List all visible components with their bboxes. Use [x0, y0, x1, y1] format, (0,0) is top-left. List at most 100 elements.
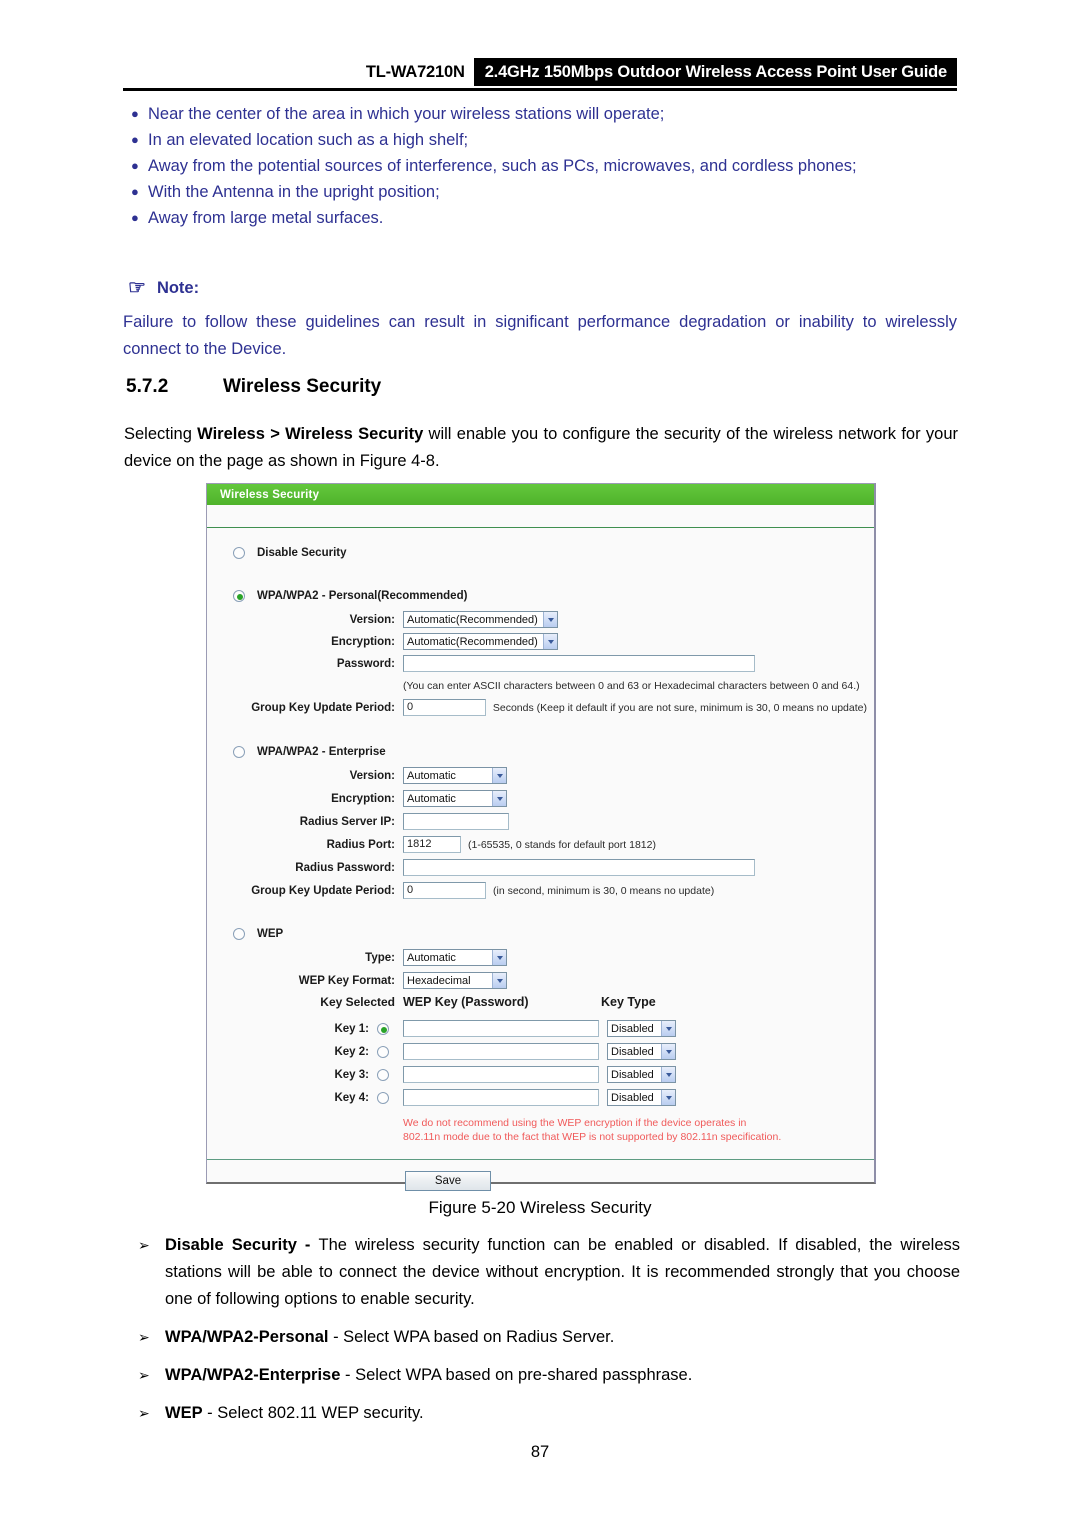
key1-type-select[interactable]: Disabled [607, 1020, 676, 1037]
key1-type-value: Disabled [611, 1022, 654, 1035]
radio-wpa-personal-label: WPA/WPA2 - Personal(Recommended) [257, 590, 468, 602]
enterprise-group-key-label: Group Key Update Period: [251, 884, 395, 897]
key3-radio[interactable] [377, 1068, 389, 1081]
chevron-down-icon[interactable] [492, 768, 506, 783]
key1-radio[interactable] [377, 1022, 389, 1035]
personal-group-key-input[interactable]: 0 [403, 699, 486, 716]
radio-wep[interactable]: WEP [233, 928, 283, 940]
arrow-bullet-icon: ➢ [138, 1405, 150, 1421]
radius-server-ip-input[interactable] [403, 813, 509, 830]
save-separator [207, 1159, 874, 1160]
chevron-down-icon[interactable] [661, 1021, 675, 1036]
radio-disable-security-indicator[interactable] [233, 547, 245, 559]
personal-password-input[interactable] [403, 655, 755, 672]
key3-type-value: Disabled [611, 1068, 654, 1081]
key2-type-select[interactable]: Disabled [607, 1043, 676, 1060]
chevron-down-icon[interactable] [543, 612, 557, 627]
field-personal-password: Password: [207, 655, 837, 672]
radio-disable-security[interactable]: Disable Security [233, 547, 346, 559]
running-header: TL-WA7210N 2.4GHz 150Mbps Outdoor Wirele… [123, 58, 957, 88]
chevron-down-icon[interactable] [543, 634, 557, 649]
chevron-down-icon[interactable] [661, 1067, 675, 1082]
chevron-down-icon[interactable] [492, 791, 506, 806]
key1-label: Key 1: [334, 1022, 369, 1035]
radio-wpa-enterprise-label: WPA/WPA2 - Enterprise [257, 746, 386, 758]
note-heading: ☞ Note: [128, 277, 199, 299]
radio-wpa-enterprise[interactable]: WPA/WPA2 - Enterprise [233, 746, 386, 758]
personal-version-label: Version: [349, 613, 395, 626]
radius-port-hint: (1-65535, 0 stands for default port 1812… [468, 838, 656, 851]
col-wep-key: WEP Key (Password) [403, 995, 529, 1009]
personal-group-key-hint: Seconds (Keep it default if you are not … [492, 701, 867, 714]
chevron-down-icon[interactable] [661, 1090, 675, 1105]
radius-port-input[interactable]: 1812 [403, 836, 461, 853]
enterprise-version-select[interactable]: Automatic [403, 767, 507, 784]
page-number: 87 [530, 1443, 550, 1461]
key3-type-select[interactable]: Disabled [607, 1066, 676, 1083]
wep-type-select[interactable]: Automatic [403, 949, 507, 966]
radio-wpa-personal-indicator[interactable] [233, 590, 245, 602]
key2-input[interactable] [403, 1043, 599, 1060]
enterprise-encryption-label: Encryption: [331, 792, 395, 805]
key4-input[interactable] [403, 1089, 599, 1106]
radio-wpa-enterprise-indicator[interactable] [233, 746, 245, 758]
table-row: Key 4: Disabled [207, 1089, 837, 1106]
list-item: ● With the Antenna in the upright positi… [128, 179, 958, 205]
list-item: ● Near the center of the area in which y… [128, 101, 958, 127]
chevron-down-icon[interactable] [661, 1044, 675, 1059]
enterprise-group-key-input[interactable]: 0 [403, 882, 486, 899]
key4-type-select[interactable]: Disabled [607, 1089, 676, 1106]
bullet-dot-icon: ● [131, 210, 139, 225]
radio-disable-security-label: Disable Security [257, 547, 347, 559]
list-item: ➢ Disable Security - The wireless securi… [124, 1232, 960, 1313]
description-body: - Select WPA based on pre-shared passphr… [340, 1366, 693, 1384]
personal-password-hint: (You can enter ASCII characters between … [403, 680, 860, 692]
field-personal-group-key: Group Key Update Period: 0 Seconds (Keep… [207, 699, 867, 716]
field-personal-encryption: Encryption: Automatic(Recommended) [207, 633, 837, 650]
field-enterprise-version: Version: Automatic [207, 767, 837, 784]
field-radius-password: Radius Password: [207, 859, 837, 876]
radius-password-input[interactable] [403, 859, 755, 876]
enterprise-version-value: Automatic [407, 769, 456, 782]
enterprise-encryption-select[interactable]: Automatic [403, 790, 507, 807]
note-body-text: Failure to follow these guidelines can r… [123, 313, 957, 358]
description-body: - Select WPA based on Radius Server. [328, 1328, 615, 1346]
bullet-dot-icon: ● [131, 184, 139, 199]
save-button[interactable]: Save [405, 1171, 491, 1191]
chevron-down-icon[interactable] [492, 973, 506, 988]
radio-wep-indicator[interactable] [233, 928, 245, 940]
list-item: ● Away from the potential sources of int… [128, 153, 958, 179]
key4-radio[interactable] [377, 1091, 389, 1104]
radius-port-label: Radius Port: [326, 838, 395, 851]
enterprise-group-key-hint: (in second, minimum is 30, 0 means no up… [493, 884, 715, 897]
wep-type-value: Automatic [407, 951, 456, 964]
table-row: Key 3: Disabled [207, 1066, 837, 1083]
key1-input[interactable] [403, 1020, 599, 1037]
personal-encryption-value: Automatic(Recommended) [407, 635, 538, 648]
personal-version-select[interactable]: Automatic(Recommended) [403, 611, 558, 628]
field-enterprise-group-key: Group Key Update Period: 0 (in second, m… [207, 882, 867, 899]
bullet-text: In an elevated location such as a high s… [148, 131, 469, 149]
pointing-hand-icon: ☞ [128, 277, 146, 299]
field-personal-version: Version: Automatic(Recommended) [207, 611, 837, 628]
key2-radio[interactable] [377, 1045, 389, 1058]
key4-type-value: Disabled [611, 1091, 654, 1104]
radius-server-ip-label: Radius Server IP: [299, 815, 395, 828]
chevron-down-icon[interactable] [492, 950, 506, 965]
list-item: ● In an elevated location such as a high… [128, 127, 958, 153]
arrow-bullet-icon: ➢ [138, 1329, 150, 1345]
radio-wpa-personal[interactable]: WPA/WPA2 - Personal(Recommended) [233, 590, 467, 602]
document-page: TL-WA7210N 2.4GHz 150Mbps Outdoor Wirele… [0, 0, 1080, 1527]
bullet-text: With the Antenna in the upright position… [148, 183, 440, 201]
key3-input[interactable] [403, 1066, 599, 1083]
table-row: Key 2: Disabled [207, 1043, 837, 1060]
personal-encryption-select[interactable]: Automatic(Recommended) [403, 633, 558, 650]
key4-label: Key 4: [334, 1091, 369, 1104]
description-term: Disable Security - [165, 1236, 319, 1254]
wep-key-format-value: Hexadecimal [407, 974, 471, 987]
note-label: Note: [156, 279, 200, 297]
key2-label: Key 2: [334, 1045, 369, 1058]
header-rule [123, 88, 957, 91]
wep-key-format-select[interactable]: Hexadecimal [403, 972, 507, 989]
description-list: ➢ Disable Security - The wireless securi… [124, 1232, 960, 1438]
